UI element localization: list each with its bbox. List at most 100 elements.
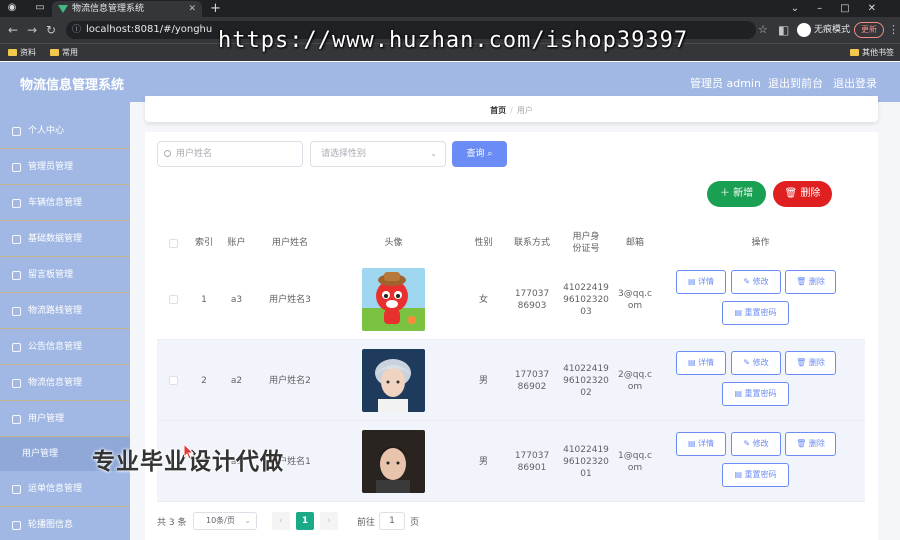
avatar (362, 349, 425, 412)
search-icon (164, 150, 171, 157)
table-row: 2 a2 用户姓名2 男 17703786902 410224199610232… (157, 340, 865, 421)
delete-button[interactable]: 🗑 删除 (785, 270, 836, 294)
edit-button[interactable]: ✎ 修改 (731, 270, 781, 294)
reload-icon[interactable]: ↻ (46, 23, 56, 37)
menu-icon (12, 521, 21, 530)
sidebar-item-waybill[interactable]: 运单信息管理 (0, 471, 130, 507)
reset-password-button[interactable]: ▤ 重置密码 (722, 301, 789, 325)
document-icon: ▤ (734, 389, 742, 398)
window-controls[interactable]: ⌄–□✕ (791, 0, 894, 17)
sidebar-item-messages[interactable]: 留言板管理 (0, 257, 130, 293)
edit-label: 修改 (752, 439, 769, 448)
edit-icon: ✎ (743, 277, 751, 286)
breadcrumb-home[interactable]: 首页 (490, 106, 506, 115)
browser-menu-dots-icon[interactable]: ⋮ (888, 23, 899, 36)
goto-page-input[interactable]: 1 (379, 512, 405, 530)
sidebar-panel-icon[interactable]: ◧ (778, 23, 789, 37)
sidebar-item-label: 车辆信息管理 (28, 198, 83, 208)
sidebar-item-label: 留言板管理 (28, 270, 74, 280)
update-button[interactable]: 更新 (854, 22, 884, 38)
cell-email: 2@qq.com (618, 369, 652, 392)
reset-password-label: 重置密码 (744, 308, 777, 317)
col-name: 用户姓名 (271, 238, 308, 248)
back-arrow-icon[interactable]: ← (8, 23, 18, 37)
detail-button[interactable]: ▤ 详情 (676, 270, 726, 294)
sidebar-item-admin[interactable]: 管理员管理 (0, 149, 130, 185)
delete-button[interactable]: 🗑 删除 (785, 432, 836, 456)
detail-button[interactable]: ▤ 详情 (676, 432, 726, 456)
pagination-total: 共 3 条 (157, 518, 187, 528)
query-button[interactable]: 查询 ⌕ (452, 141, 507, 167)
edit-icon: ✎ (743, 439, 751, 448)
cell-name: 用户姓名2 (269, 375, 311, 386)
incognito-icon (797, 22, 811, 37)
bookmark-folder-ziliao[interactable]: 资料 (8, 47, 36, 59)
back-to-front-link[interactable]: 退出到前台 (768, 75, 823, 91)
bookmark-star-icon[interactable]: ☆ (758, 23, 768, 36)
sidebar-item-users[interactable]: 用户管理 (0, 401, 130, 437)
delete-label: 删除 (808, 439, 825, 448)
new-tab-icon[interactable]: + (210, 0, 221, 17)
col-avatar: 头像 (384, 238, 403, 248)
menu-icon (12, 307, 21, 316)
sidebar-item-vehicle[interactable]: 车辆信息管理 (0, 185, 130, 221)
breadcrumb-current: 用户 (516, 106, 533, 115)
delete-label: 删除 (800, 188, 821, 199)
sidebar-item-basedata[interactable]: 基础数据管理 (0, 221, 130, 257)
gender-select[interactable]: 请选择性别 ⌄ (310, 141, 446, 167)
detail-button[interactable]: ▤ 详情 (676, 351, 726, 375)
add-button[interactable]: ＋ 新增 (707, 181, 766, 207)
sidebar-item-logistics[interactable]: 物流信息管理 (0, 365, 130, 401)
content-panel: 用户姓名 请选择性别 ⌄ 查询 ⌕ ＋ 新增 🗑 删除 索引 账户 用户姓名 头… (145, 132, 878, 540)
sidebar-item-routes[interactable]: 物流路线管理 (0, 293, 130, 329)
sidebar-item-profile[interactable]: 个人中心 (0, 113, 130, 149)
close-tab-icon[interactable]: ✕ (188, 1, 196, 17)
select-all-checkbox[interactable] (168, 238, 178, 248)
logout-link[interactable]: 退出登录 (833, 75, 877, 91)
browser-tab-active[interactable]: 物流信息管理系统 ✕ (52, 1, 202, 17)
reset-password-button[interactable]: ▤ 重置密码 (722, 382, 789, 406)
menu-icon (12, 485, 21, 494)
next-page-button[interactable]: › (320, 512, 338, 530)
bookmark-folder-other[interactable]: 其他书签 (850, 47, 894, 59)
row-checkbox[interactable] (168, 295, 178, 304)
incognito-profile[interactable]: 无痕模式 (797, 22, 850, 38)
tab-overview-icon[interactable]: ▭ (34, 2, 46, 14)
name-search-input[interactable]: 用户姓名 (157, 141, 303, 167)
reset-password-label: 重置密码 (744, 389, 777, 398)
menu-icon (12, 163, 21, 172)
delete-label: 删除 (808, 277, 825, 286)
avatar (362, 430, 425, 493)
delete-button[interactable]: 🗑 删除 (785, 351, 836, 375)
trash-icon: 🗑 (796, 439, 807, 448)
browser-tabbar: ◉ ▭ 物流信息管理系统 ✕ + ⌄–□✕ (0, 0, 900, 17)
search-icon: ⌕ (487, 149, 493, 159)
cartoon-fox-avatar-image (362, 268, 425, 331)
page-size-select[interactable]: 10条/页 ⌄ (193, 512, 257, 530)
site-info-icon[interactable]: ⓘ (72, 21, 81, 39)
edit-button[interactable]: ✎ 修改 (731, 432, 781, 456)
sidebar-item-label: 物流路线管理 (28, 306, 83, 316)
detail-label: 详情 (698, 358, 715, 367)
cell-index: 1 (201, 294, 207, 305)
menu-icon (12, 199, 21, 208)
cell-actions: ▤ 详情 ✎ 修改 🗑 删除 ▤ 重置密码 (656, 340, 865, 421)
prev-page-button[interactable]: ‹ (272, 512, 290, 530)
document-icon: ▤ (687, 439, 696, 448)
bookmark-folder-changyong[interactable]: 常用 (50, 47, 78, 59)
detail-label: 详情 (698, 277, 715, 286)
sidebar-item-label: 轮播图信息 (28, 520, 74, 530)
forward-arrow-icon[interactable]: → (27, 23, 37, 37)
edit-button[interactable]: ✎ 修改 (731, 351, 781, 375)
page-size-value: 10条/页 (206, 516, 235, 525)
page-number-current[interactable]: 1 (296, 512, 314, 530)
row-checkbox[interactable] (168, 376, 178, 385)
cell-phone: 17703786903 (514, 288, 550, 311)
cell-avatar (326, 259, 461, 340)
batch-delete-button[interactable]: 🗑 删除 (773, 181, 832, 207)
sidebar-item-notices[interactable]: 公告信息管理 (0, 329, 130, 365)
sidebar-item-carousel[interactable]: 轮播图信息 (0, 507, 130, 540)
query-label: 查询 (466, 149, 485, 159)
browser-menu-icon[interactable]: ◉ (6, 2, 18, 14)
reset-password-button[interactable]: ▤ 重置密码 (722, 463, 789, 487)
